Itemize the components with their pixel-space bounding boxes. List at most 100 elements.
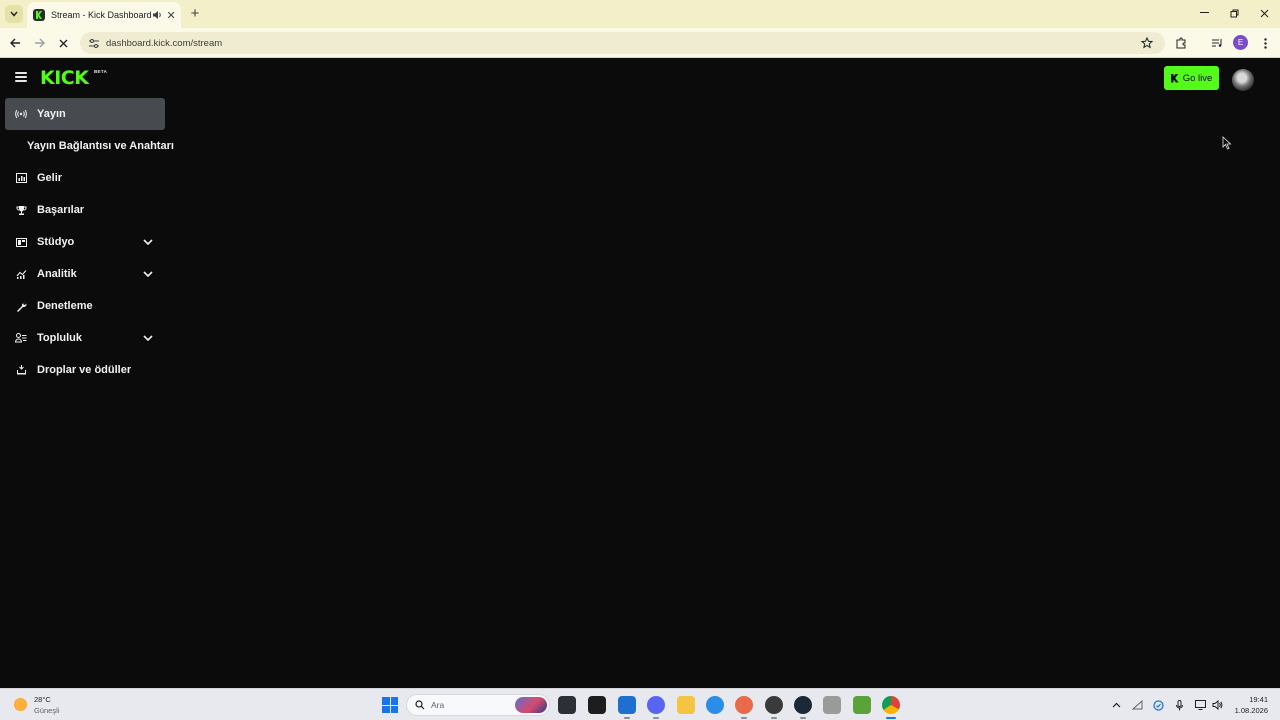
community-icon: [15, 332, 27, 344]
sidebar-item-label: Denetleme: [37, 300, 93, 312]
sync-tray-icon[interactable]: [1152, 699, 1164, 711]
analytics-icon: [15, 268, 27, 280]
chrome-icon[interactable]: [882, 696, 900, 719]
task-view-icon[interactable]: [558, 696, 576, 714]
sidebar-item-label: Analitik: [37, 268, 77, 280]
trophy-icon: [15, 204, 27, 216]
wrench-icon: [15, 300, 27, 312]
display-tray-icon[interactable]: [1194, 699, 1206, 711]
hamburger-menu-icon[interactable]: [15, 72, 27, 82]
app-z-icon[interactable]: [588, 696, 606, 714]
sidebar-item-label: Yayın: [37, 108, 66, 120]
windows-taskbar: 28°C Güneşli Ara 19:41 1.08.2026: [0, 688, 1280, 720]
address-bar[interactable]: dashboard.kick.com/stream: [80, 32, 1165, 54]
sidebar-item-basarilar[interactable]: Başarılar: [5, 194, 175, 226]
puzzle-icon: [1176, 37, 1186, 49]
speaker-tray-icon[interactable]: [1211, 699, 1223, 711]
microphone-tray-icon[interactable]: [1173, 699, 1185, 711]
clock-date[interactable]: 1.08.2026: [1228, 706, 1268, 715]
search-placeholder: Ara: [431, 700, 445, 710]
arrow-right-icon: [34, 38, 45, 48]
mouse-cursor-icon: [1222, 136, 1232, 150]
tab-title: Stream - Kick Dashboard: [51, 10, 152, 20]
tab-search-button[interactable]: [5, 5, 23, 23]
browser-toolbar: dashboard.kick.com/stream E: [0, 28, 1280, 58]
user-avatar[interactable]: [1232, 69, 1254, 91]
weather-temperature[interactable]: 28°C: [34, 695, 51, 704]
sun-icon[interactable]: [14, 698, 27, 711]
dashboard-page: KICK BETA Go live Yayın Yayın Bağlantısı…: [0, 58, 1280, 688]
sidebar-item-stream-key[interactable]: Yayın Bağlantısı ve Anahtarı: [5, 130, 175, 162]
windows-start-button[interactable]: [382, 697, 398, 713]
restore-icon: [1230, 9, 1238, 17]
kick-icon: [1170, 73, 1179, 83]
media-controls-button[interactable]: [1208, 34, 1226, 52]
browser-tabstrip: Stream - Kick Dashboard ✕ +: [0, 0, 1280, 28]
revenue-chart-icon: [15, 172, 27, 184]
search-highlight-image: [515, 697, 547, 713]
kick-logo[interactable]: KICK: [40, 68, 89, 88]
sidebar-item-yayin[interactable]: Yayın: [5, 98, 165, 130]
sidebar-item-denetleme[interactable]: Denetleme: [5, 290, 175, 322]
more-vertical-icon: [1263, 37, 1267, 49]
drops-icon: [15, 364, 27, 376]
go-live-label: Go live: [1182, 72, 1213, 84]
taskbar-search[interactable]: Ara: [406, 694, 550, 716]
obs-icon[interactable]: [765, 696, 783, 719]
new-tab-button[interactable]: +: [187, 5, 203, 22]
beta-badge: BETA: [94, 69, 108, 74]
clock-time[interactable]: 19:41: [1240, 695, 1268, 704]
search-icon: [415, 700, 425, 710]
playlist-icon: [1212, 39, 1222, 47]
close-window-button[interactable]: [1250, 4, 1278, 22]
minimize-button[interactable]: [1190, 4, 1218, 22]
sidebar-item-label: Topluluk: [37, 332, 83, 344]
sidebar-item-label: Stüdyo: [37, 236, 75, 248]
steam-icon[interactable]: [794, 696, 812, 719]
profile-avatar[interactable]: E: [1233, 35, 1248, 50]
sidebar-item-gelir[interactable]: Gelir: [5, 162, 175, 194]
chevron-down-icon[interactable]: [142, 332, 154, 344]
network-tray-icon[interactable]: [1131, 699, 1143, 711]
chevron-down-icon: [10, 11, 18, 17]
speaker-icon[interactable]: [152, 8, 163, 22]
browser-menu-button[interactable]: [1256, 34, 1274, 52]
weather-condition[interactable]: Güneşli: [34, 706, 59, 715]
back-button[interactable]: [6, 34, 24, 52]
close-icon: [1260, 9, 1268, 17]
broadcast-icon: [15, 108, 27, 120]
site-settings-icon[interactable]: [88, 37, 100, 49]
chevron-down-icon[interactable]: [142, 268, 154, 280]
tab-close-icon[interactable]: ✕: [167, 8, 176, 22]
restore-button[interactable]: [1220, 4, 1248, 22]
microphone-app-icon[interactable]: [735, 696, 753, 719]
sidebar-item-label: Yayın Bağlantısı ve Anahtarı: [27, 140, 174, 152]
sidebar-item-label: Başarılar: [37, 204, 85, 216]
bookmark-star-button[interactable]: [1138, 34, 1156, 52]
store-icon[interactable]: [618, 696, 636, 719]
stop-loading-button[interactable]: [54, 34, 72, 52]
sidebar-item-droplar[interactable]: Droplar ve ödüller: [5, 354, 175, 386]
sidebar-item-studyo[interactable]: Stüdyo: [5, 226, 175, 258]
arrow-left-icon: [9, 38, 20, 48]
sidebar-item-analitik[interactable]: Analitik: [5, 258, 175, 290]
kick-favicon-icon: [33, 9, 45, 21]
browser-app-icon[interactable]: [706, 696, 724, 714]
sidebar-nav: Yayın Yayın Bağlantısı ve Anahtarı Gelir…: [5, 98, 175, 386]
extensions-button[interactable]: [1172, 34, 1190, 52]
close-icon: [59, 39, 67, 47]
sidebar-item-topluluk[interactable]: Topluluk: [5, 322, 175, 354]
sidebar-item-label: Gelir: [37, 172, 63, 184]
minecraft-icon[interactable]: [853, 696, 871, 714]
minimize-icon: [1199, 12, 1209, 13]
media-app-icon[interactable]: [823, 696, 841, 714]
chevron-down-icon[interactable]: [142, 236, 154, 248]
file-explorer-icon[interactable]: [677, 696, 695, 714]
address-url: dashboard.kick.com/stream: [106, 37, 223, 49]
browser-tab-active[interactable]: Stream - Kick Dashboard ✕: [27, 2, 181, 28]
chevron-up-icon[interactable]: [1110, 699, 1122, 711]
go-live-button[interactable]: Go live: [1164, 66, 1219, 90]
sidebar-item-label: Droplar ve ödüller: [37, 364, 132, 376]
discord-icon[interactable]: [647, 696, 665, 719]
forward-button[interactable]: [30, 34, 48, 52]
